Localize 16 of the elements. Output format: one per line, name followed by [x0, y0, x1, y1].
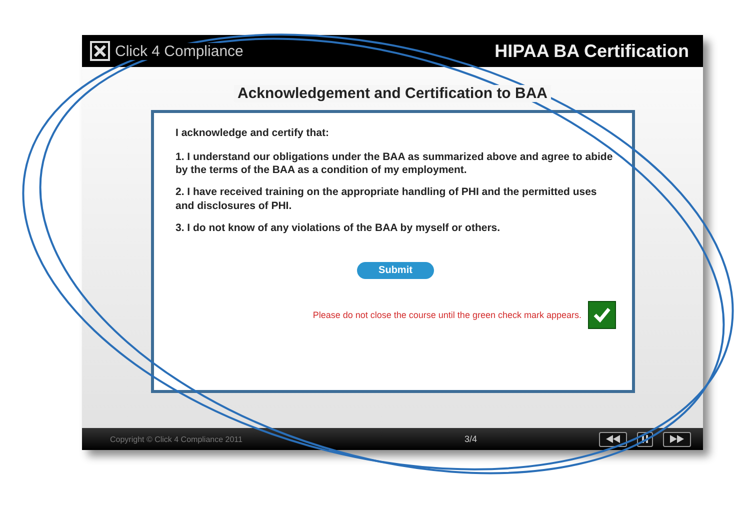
certification-statement: 3. I do not know of any violations of the BAA by myself or others.	[176, 222, 502, 235]
page-counter: 3/4	[464, 434, 477, 444]
logo-icon	[90, 41, 110, 61]
forward-button[interactable]	[663, 432, 691, 446]
submit-button[interactable]: Submit	[356, 262, 434, 279]
copyright-text: Copyright © Click 4 Compliance 2011	[110, 434, 242, 444]
certification-statement: 2. I have received training on the appropriate handling of PHI and the permitted uses and disclosures of PHI.	[176, 186, 598, 213]
course-title: HIPAA BA Certification	[494, 40, 689, 62]
logo-text: Click 4 Compliance	[113, 42, 246, 60]
rewind-icon	[606, 435, 620, 443]
fast-forward-icon	[670, 435, 684, 443]
certification-statement: 1. I understand our obligations under the BAA as summarized above and agree to abide by the terms of the BAA as a condition of my employment.	[176, 151, 614, 178]
rewind-button[interactable]	[599, 432, 627, 446]
pause-icon	[642, 435, 648, 443]
notice-text: Please do not close the course until the green check mark appears.	[312, 310, 582, 320]
intro-text: I acknowledge and certify that:	[176, 127, 330, 140]
